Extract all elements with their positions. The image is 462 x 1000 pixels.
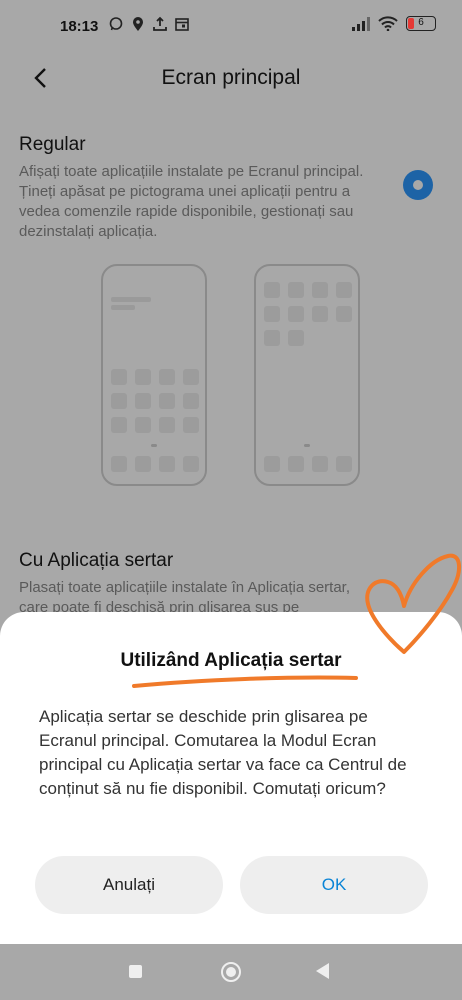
dialog-message: Aplicația sertar se deschide prin glisar… (39, 707, 407, 798)
app-grid (264, 282, 352, 346)
option-regular-title[interactable]: Regular (19, 134, 86, 156)
whatsapp-icon (109, 17, 123, 31)
notification-icons (108, 16, 190, 32)
option-drawer-description: Plasați toate aplicațiile instalate în A… (19, 579, 351, 612)
system-icons: 6 (352, 16, 436, 31)
dialog-title: Utilizând Aplicația sertar (120, 650, 342, 671)
ok-button[interactable]: OK (240, 856, 428, 914)
dock (111, 456, 199, 472)
app-grid (111, 369, 199, 433)
drawer-preview (254, 264, 360, 486)
regular-preview (101, 264, 207, 486)
confirm-dialog: Utilizând Aplicația sertar Aplicația ser… (0, 612, 462, 944)
option-regular-description: Afișați toate aplicațiile instalate pe E… (19, 163, 364, 240)
battery-icon: 6 (406, 16, 436, 31)
upload-icon (153, 16, 167, 31)
status-bar: 18:13 6 (0, 0, 462, 52)
cancel-button[interactable]: Anulați (35, 856, 223, 914)
calendar-icon (175, 18, 189, 31)
top-bar: Ecran principal (0, 52, 462, 104)
wifi-icon (378, 16, 398, 31)
option-regular-radio[interactable] (403, 170, 433, 200)
nav-home-icon[interactable] (221, 962, 241, 982)
widget-placeholder (111, 305, 135, 310)
location-icon (133, 17, 143, 31)
page-indicator (304, 444, 310, 447)
status-time: 18:13 (60, 18, 99, 35)
option-drawer-title[interactable]: Cu Aplicația sertar (19, 550, 173, 572)
widget-placeholder (111, 297, 151, 302)
nav-recents-icon[interactable] (129, 965, 142, 978)
page-title: Ecran principal (161, 66, 301, 89)
signal-icon (352, 16, 370, 31)
dock (264, 456, 352, 472)
battery-level: 6 (418, 17, 424, 28)
page-indicator (151, 444, 157, 447)
navigation-bar (0, 944, 462, 1000)
nav-back-icon[interactable] (316, 963, 329, 979)
radio-dot (413, 180, 423, 190)
